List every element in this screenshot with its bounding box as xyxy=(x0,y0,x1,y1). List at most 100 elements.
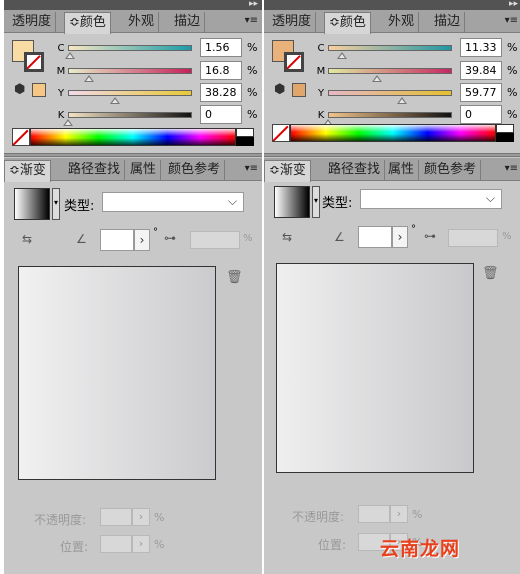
channel-k-slider[interactable] xyxy=(328,112,452,118)
tab-attributes[interactable]: 属性 xyxy=(126,160,162,181)
gradient-menu-icon[interactable]: ▾≡ xyxy=(502,162,518,176)
tab-stroke[interactable]: 描边 xyxy=(430,12,466,33)
gradient-thumbnail[interactable] xyxy=(274,186,310,218)
gradient-preview[interactable] xyxy=(18,266,216,480)
chevron-down-icon: ⌵ xyxy=(227,194,237,208)
channel-k-value[interactable]: 0 xyxy=(200,105,242,124)
channel-y-thumb[interactable] xyxy=(397,97,408,104)
degree-symbol: ° xyxy=(411,224,416,235)
channel-c-value[interactable]: 11.33 xyxy=(460,38,502,57)
location-unit: % xyxy=(154,538,165,551)
opacity-dropdown-button: › xyxy=(390,505,408,523)
none-color-button[interactable] xyxy=(272,124,290,142)
gradient-tabbar: ≎渐变 路径查找 属性 颜色参考 ▾≡ xyxy=(264,158,520,182)
channel-y-value[interactable]: 38.28 xyxy=(200,83,242,102)
type-select[interactable]: ⌵ xyxy=(360,189,502,209)
tab-gradient[interactable]: ≎渐变 xyxy=(264,160,311,182)
spectrum-white[interactable] xyxy=(496,124,514,133)
tab-color[interactable]: ≎颜色 xyxy=(324,12,371,34)
color-spectrum[interactable] xyxy=(30,128,236,146)
channel-c-thumb[interactable] xyxy=(64,52,75,59)
gradient-thumbnail[interactable] xyxy=(14,188,50,220)
channel-m-value[interactable]: 16.8 xyxy=(200,61,242,80)
tab-color[interactable]: ≎颜色 xyxy=(64,12,111,34)
aspect-ratio-unit: % xyxy=(502,231,512,242)
tab-attributes[interactable]: 属性 xyxy=(384,160,420,181)
gradient-thumbnail-dropdown[interactable]: ▾ xyxy=(52,188,60,220)
channel-k-unit: % xyxy=(247,108,258,121)
channel-c-slider[interactable] xyxy=(68,45,192,51)
tab-appearance[interactable]: 外观 xyxy=(384,12,420,33)
reverse-gradient-icon[interactable]: ⇆ xyxy=(282,230,292,244)
none-color-button[interactable] xyxy=(12,128,30,146)
channel-y-label: Y xyxy=(317,88,325,99)
location-input xyxy=(100,535,132,553)
channel-k-value[interactable]: 0 xyxy=(460,105,502,124)
channel-y-thumb[interactable] xyxy=(110,97,121,104)
panel-divider xyxy=(264,153,520,157)
spectrum-black[interactable] xyxy=(496,133,514,142)
opacity-unit: % xyxy=(154,511,165,524)
channel-m-thumb[interactable] xyxy=(372,75,383,82)
tab-transparency[interactable]: 透明度 xyxy=(8,12,57,33)
channel-y-label: Y xyxy=(57,88,65,99)
gamut-swatch[interactable] xyxy=(32,83,46,97)
collapse-icon[interactable]: ▸▸ xyxy=(249,0,258,9)
gradient-menu-icon[interactable]: ▾≡ xyxy=(242,162,258,176)
angle-dropdown-button[interactable]: › xyxy=(134,229,150,251)
location-dropdown-button: › xyxy=(132,535,150,553)
channel-y-value[interactable]: 59.77 xyxy=(460,83,502,102)
channel-y-slider[interactable] xyxy=(68,90,192,96)
channel-k-slider[interactable] xyxy=(68,112,192,118)
channel-c-thumb[interactable] xyxy=(337,52,348,59)
angle-input[interactable] xyxy=(100,229,134,251)
aspect-ratio-unit: % xyxy=(243,233,253,244)
angle-input[interactable] xyxy=(358,226,392,248)
tab-pathfinder[interactable]: 路径查找 xyxy=(64,160,126,181)
aspect-ratio-input xyxy=(448,229,498,247)
reverse-gradient-icon[interactable]: ⇆ xyxy=(22,232,32,246)
channel-m-slider[interactable] xyxy=(328,68,452,74)
channel-k-thumb[interactable] xyxy=(63,119,73,126)
channel-m-slider[interactable] xyxy=(68,68,192,74)
gradient-thumbnail-dropdown[interactable]: ▾ xyxy=(312,186,320,218)
tab-appearance[interactable]: 外观 xyxy=(124,12,160,33)
channel-c-unit: % xyxy=(247,41,258,54)
stroke-none-indicator xyxy=(26,54,42,70)
panel-menu-icon[interactable]: ▾≡ xyxy=(242,14,258,28)
channel-c-value[interactable]: 1.56 xyxy=(200,38,242,57)
angle-dropdown-button[interactable]: › xyxy=(392,226,408,248)
gamut-swatch[interactable] xyxy=(292,83,306,97)
spectrum-white[interactable] xyxy=(236,128,254,137)
tab-transparency[interactable]: 透明度 xyxy=(268,12,317,33)
trash-icon[interactable]: 🗑 xyxy=(226,270,243,285)
panel-menu-icon[interactable]: ▾≡ xyxy=(502,14,518,28)
channel-m-unit: % xyxy=(507,64,518,77)
tab-color-guide[interactable]: 颜色参考 xyxy=(420,160,482,181)
tab-pathfinder[interactable]: 路径查找 xyxy=(324,160,386,181)
tab-stroke[interactable]: 描边 xyxy=(170,12,206,33)
opacity-input xyxy=(358,505,390,523)
gradient-preview[interactable] xyxy=(276,263,474,473)
channel-m-unit: % xyxy=(247,64,258,77)
channel-y-unit: % xyxy=(247,86,258,99)
type-select[interactable]: ⌵ xyxy=(102,192,244,212)
out-of-gamut-cube-icon[interactable]: ⬢ xyxy=(274,82,285,97)
tab-gradient[interactable]: ≎渐变 xyxy=(4,160,51,182)
channel-m-thumb[interactable] xyxy=(83,75,94,82)
gradient-tabbar: ≎渐变 路径查找 属性 颜色参考 ▾≡ xyxy=(4,158,262,182)
collapse-icon[interactable]: ▸▸ xyxy=(509,0,518,9)
angle-icon: ∠ xyxy=(334,230,345,244)
channel-y-unit: % xyxy=(507,86,518,99)
out-of-gamut-cube-icon[interactable]: ⬢ xyxy=(14,82,25,97)
color-spectrum[interactable] xyxy=(290,124,496,142)
channel-m-label: M xyxy=(56,66,66,77)
spectrum-black[interactable] xyxy=(236,137,254,146)
tab-color-guide[interactable]: 颜色参考 xyxy=(164,160,226,181)
opacity-dropdown-button: › xyxy=(132,508,150,526)
channel-y-slider[interactable] xyxy=(328,90,452,96)
channel-m-value[interactable]: 39.84 xyxy=(460,61,502,80)
channel-c-slider[interactable] xyxy=(328,45,452,51)
opacity-label: 不透明度: xyxy=(34,513,87,527)
trash-icon[interactable]: 🗑 xyxy=(482,266,499,281)
